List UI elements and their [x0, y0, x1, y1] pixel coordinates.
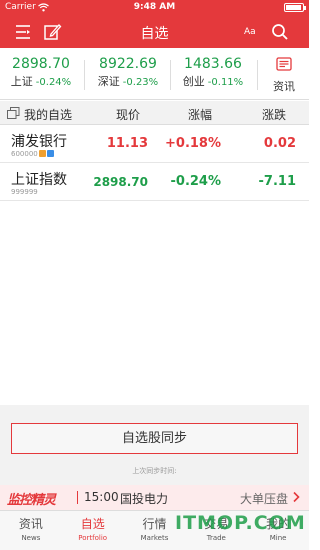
index-name: 创业 — [182, 75, 205, 88]
battery-icon — [284, 3, 306, 12]
search-icon[interactable] — [270, 22, 290, 42]
ticker-tag: 大单压盘 — [239, 492, 288, 506]
watermark: ITMOP.COM — [175, 512, 306, 534]
monitor-logo: 监控精灵 — [7, 493, 56, 508]
header-change[interactable]: 涨跌 — [262, 106, 286, 123]
index-item-shenzhen[interactable]: 8922.69 深证 -0.23% — [87, 56, 169, 94]
stock-name: 浦发银行 — [11, 134, 67, 150]
stock-change-pct: +0.18% — [165, 136, 221, 151]
news-entry-button[interactable]: 资讯 — [259, 56, 309, 94]
divider — [77, 491, 78, 504]
last-sync-label: 上次同步时间: — [132, 467, 177, 475]
index-name: 深证 — [97, 75, 120, 88]
connect-badge-icon — [46, 150, 54, 157]
stock-change-pct: -0.24% — [170, 174, 222, 189]
stock-price: 2898.70 — [93, 175, 148, 189]
tab-sublabel: News — [21, 534, 41, 542]
header-price[interactable]: 现价 — [116, 106, 140, 123]
header-name[interactable]: 我的自选 — [24, 106, 72, 123]
index-value: 8922.69 — [99, 56, 157, 72]
news-icon — [276, 57, 292, 71]
tab-sublabel: Trade — [206, 534, 226, 542]
clock: 9:48 AM — [133, 2, 176, 12]
index-item-shanghai[interactable]: 2898.70 上证 -0.24% — [0, 56, 82, 94]
ticker-time: 15:00 — [84, 490, 119, 504]
stock-code: 999999 — [11, 188, 38, 196]
group-icon[interactable] — [7, 107, 20, 119]
index-name: 上证 — [10, 75, 33, 88]
divider — [257, 60, 258, 90]
table-row[interactable]: 浦发银行 600000 11.13 +0.18% 0.02 — [0, 126, 309, 163]
font-size-button[interactable]: Aa — [244, 27, 256, 37]
header-change-pct[interactable]: 涨幅 — [188, 106, 212, 123]
sync-area: 自选股同步 上次同步时间: — [0, 405, 309, 485]
index-change: -0.11% — [207, 77, 244, 88]
tab-label: 自选 — [80, 517, 105, 531]
index-change: -0.23% — [122, 77, 159, 88]
stock-code: 600000 — [11, 150, 38, 158]
index-strip: 2898.70 上证 -0.24% 8922.69 深证 -0.23% 1483.6… — [0, 48, 309, 100]
index-item-chinext[interactable]: 1483.66 创业 -0.11% — [172, 56, 254, 94]
stock-change: 0.02 — [263, 136, 296, 151]
page-title: 自选 — [140, 26, 169, 42]
news-entry-label: 资讯 — [273, 80, 295, 93]
tab-portfolio[interactable]: 自选 Portfolio — [62, 511, 124, 550]
tab-sublabel: Mine — [269, 534, 287, 542]
table-row[interactable]: 上证指数 999999 2898.70 -0.24% -7.11 — [0, 164, 309, 201]
stock-change: -7.11 — [258, 174, 296, 189]
tab-news[interactable]: 资讯 News — [0, 511, 62, 550]
tab-label: 资讯 — [18, 517, 43, 531]
divider — [84, 60, 85, 90]
stock-name: 上证指数 — [11, 172, 67, 188]
ticker-stock: 国投电力 — [120, 492, 169, 506]
margin-badge-icon — [38, 150, 46, 157]
tab-sublabel: Portfolio — [78, 534, 108, 542]
table-header: 我的自选 现价 涨幅 涨跌 — [0, 101, 309, 125]
stock-price: 11.13 — [106, 136, 148, 151]
index-change: -0.24% — [35, 77, 72, 88]
index-value: 2898.70 — [12, 56, 70, 72]
divider — [170, 60, 171, 90]
index-value: 1483.66 — [184, 56, 242, 72]
monitor-ticker[interactable]: 监控精灵 15:00 国投电力 大单压盘 — [0, 485, 309, 510]
tab-sublabel: Markets — [140, 534, 169, 542]
nav-bar: 自选 Aa — [0, 16, 309, 48]
status-bar: Carrier 9:48 AM — [0, 0, 309, 16]
sync-portfolio-button[interactable]: 自选股同步 — [11, 423, 298, 454]
chevron-right-icon — [293, 491, 300, 503]
